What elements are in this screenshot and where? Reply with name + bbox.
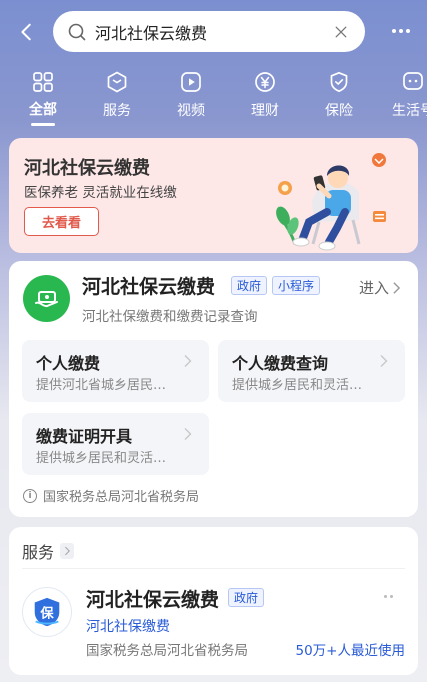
back-arrow-icon	[21, 23, 31, 41]
active-tab-indicator	[31, 123, 55, 126]
tab-label: 生活号	[392, 103, 427, 119]
shield-icon	[326, 69, 352, 95]
tab-insurance[interactable]: 保险	[307, 66, 371, 126]
app-description: 河北社保缴费和缴费记录查询	[82, 309, 258, 325]
mini-program-badge: 小程序	[272, 276, 321, 295]
section-header[interactable]: 服务	[22, 539, 75, 563]
service-more-button[interactable]	[384, 595, 393, 598]
service-personal-payment[interactable]: 个人缴费 提供河北省城乡居民…	[22, 340, 209, 402]
app-logo-icon[interactable]	[23, 275, 70, 322]
top-bar: 河北社保云缴费	[0, 0, 427, 62]
service-title: 个人缴费	[36, 354, 101, 373]
gov-badge: 政府	[231, 276, 268, 295]
tab-label: 视频	[177, 103, 205, 119]
info-icon: i	[23, 488, 37, 503]
enter-label: 进入	[359, 279, 390, 297]
chevron-right-icon	[60, 543, 75, 559]
section-title: 服务	[22, 543, 55, 562]
back-button[interactable]	[12, 14, 42, 50]
mini-app-result-card: 河北社保云缴费 政府 小程序 进入 河北社保缴费和缴费记录查询 个人缴费 提供河…	[9, 261, 418, 517]
chevron-right-icon	[184, 355, 192, 367]
provider-name: 国家税务总局河北省税务局	[43, 490, 200, 505]
enter-button[interactable]: 进入	[359, 277, 401, 298]
tab-label: 保险	[325, 103, 353, 119]
more-options-button[interactable]	[386, 18, 416, 44]
cube-icon	[104, 69, 130, 95]
search-input[interactable]: 河北社保云缴费	[95, 20, 329, 44]
tab-label: 理财	[251, 103, 279, 119]
divider	[22, 568, 405, 569]
gov-badge: 政府	[228, 588, 265, 607]
chat-icon	[400, 69, 426, 95]
tab-videos[interactable]: 视频	[159, 66, 223, 126]
dot-icon	[406, 29, 410, 33]
search-bar[interactable]: 河北社保云缴费	[53, 11, 365, 52]
dot-icon	[392, 29, 396, 33]
service-description: 提供城乡居民和灵活…	[232, 378, 363, 393]
dot-icon	[390, 595, 393, 598]
search-icon	[67, 22, 87, 42]
promo-banner[interactable]: 河北社保云缴费 医保养老 灵活就业在线缴 去看看	[9, 138, 418, 253]
service-payment-certificate[interactable]: 缴费证明开具 提供城乡居民和灵活…	[22, 413, 209, 475]
play-icon	[178, 69, 204, 95]
service-link[interactable]: 河北社保缴费	[86, 616, 170, 636]
tab-label: 全部	[29, 102, 57, 119]
app-title[interactable]: 河北社保云缴费	[82, 272, 215, 299]
services-section: 服务 保 河北社保云缴费 政府 河北社保缴费 国家税务总局河北省税务局 50万+…	[9, 527, 418, 675]
tab-all[interactable]: 全部	[11, 66, 75, 126]
promo-illustration	[276, 153, 386, 251]
logo-char: 保	[39, 605, 54, 622]
dot-icon	[384, 595, 387, 598]
yen-icon	[252, 69, 278, 95]
chevron-right-icon	[380, 355, 388, 367]
service-description: 提供城乡居民和灵活…	[36, 451, 167, 466]
category-tabs: 全部 服务 视频 理财 保险 生活号	[0, 66, 427, 130]
tab-services[interactable]: 服务	[85, 66, 149, 126]
service-name[interactable]: 河北社保云缴费	[86, 585, 219, 612]
provider-info: i 国家税务总局河北省税务局	[23, 486, 199, 505]
promo-cta-button[interactable]: 去看看	[24, 207, 99, 236]
chevron-right-icon	[184, 428, 192, 440]
tab-life-accounts[interactable]: 生活号	[381, 66, 427, 126]
dot-icon	[399, 29, 403, 33]
usage-count: 50万+人最近使用	[295, 643, 406, 659]
tab-label: 服务	[103, 103, 131, 119]
service-provider: 国家税务总局河北省税务局	[86, 643, 248, 659]
chevron-right-icon	[393, 281, 401, 294]
promo-subtitle: 医保养老 灵活就业在线缴	[24, 185, 177, 201]
service-description: 提供河北省城乡居民…	[36, 378, 167, 393]
service-title: 缴费证明开具	[36, 427, 133, 446]
tab-finance[interactable]: 理财	[233, 66, 297, 126]
service-logo-icon[interactable]: 保	[22, 587, 72, 637]
service-payment-query[interactable]: 个人缴费查询 提供城乡居民和灵活…	[218, 340, 405, 402]
close-icon	[335, 26, 347, 37]
grid-icon	[30, 69, 56, 94]
service-title: 个人缴费查询	[232, 354, 329, 373]
clear-search-button[interactable]	[329, 20, 353, 44]
promo-title: 河北社保云缴费	[24, 158, 150, 179]
